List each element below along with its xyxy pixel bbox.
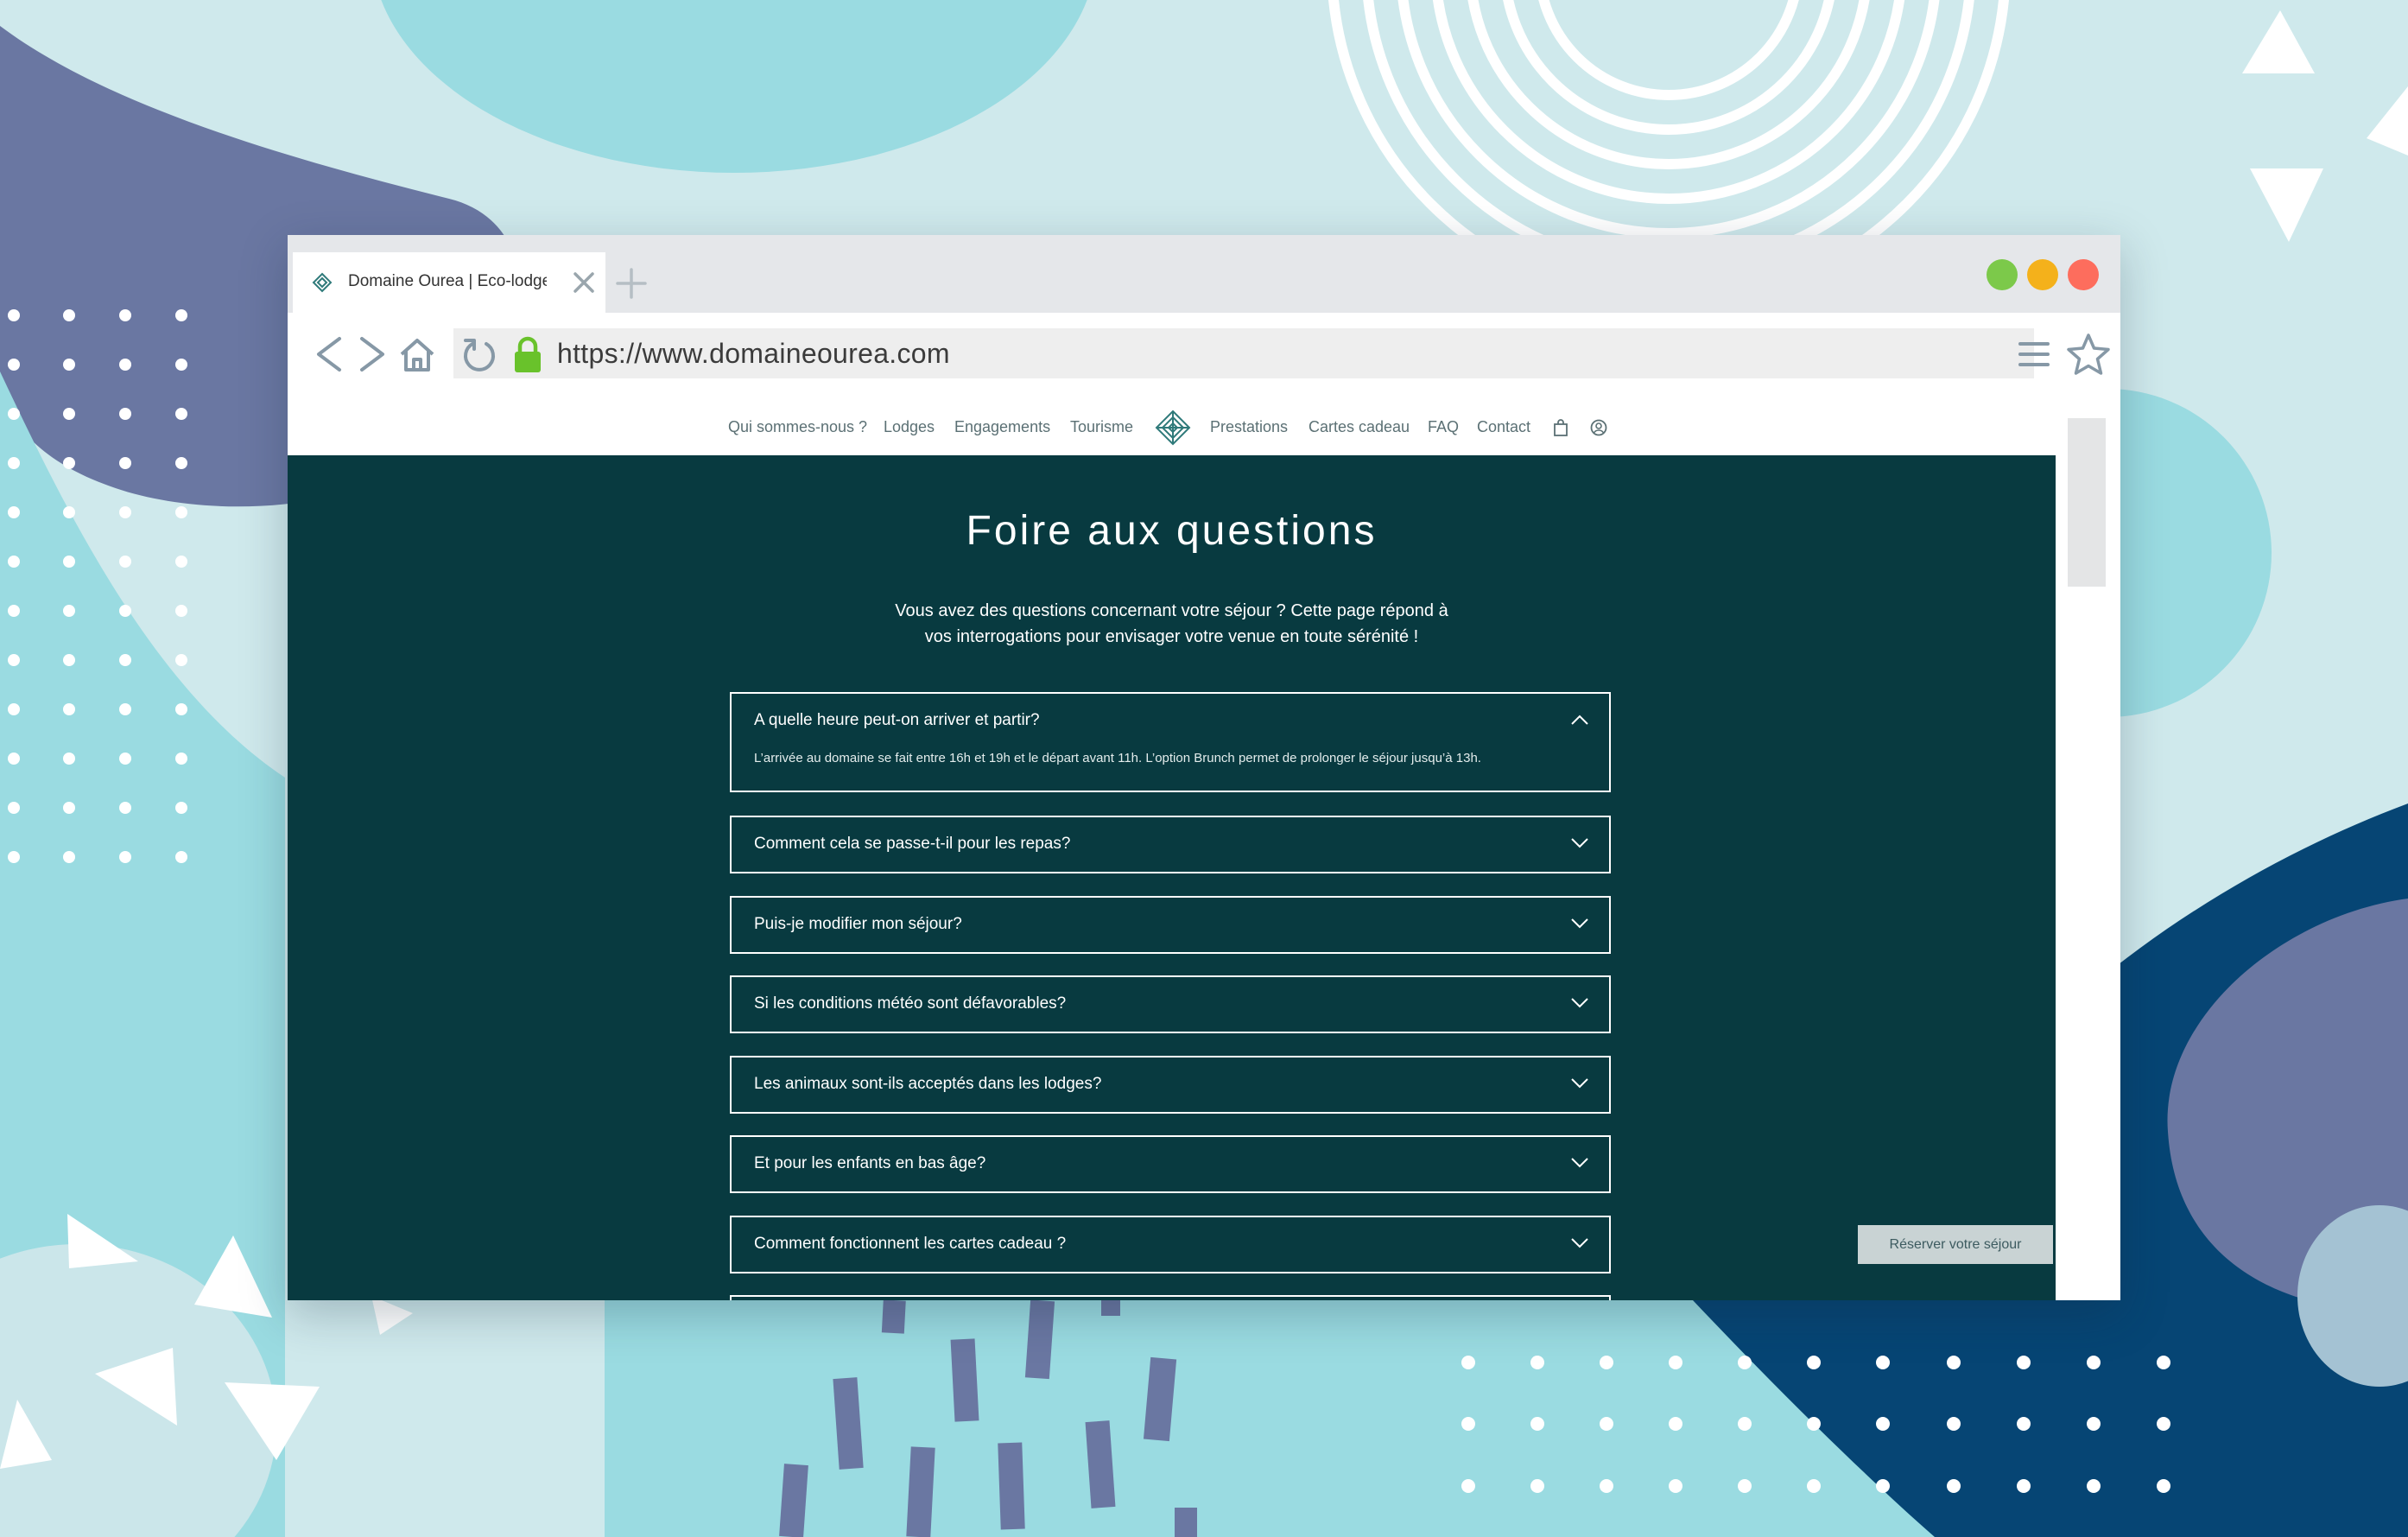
forward-icon[interactable] xyxy=(353,333,391,375)
minimize-button[interactable] xyxy=(2027,259,2058,290)
nav-link-lodges[interactable]: Lodges xyxy=(884,418,935,436)
faq-item-partial[interactable] xyxy=(730,1295,1611,1300)
web-page: Qui sommes-nous ? Lodges Engagements Tou… xyxy=(288,399,2056,1300)
browser-toolbar: https://www.domaineourea.com xyxy=(288,313,2120,395)
back-icon[interactable] xyxy=(310,333,348,375)
user-account-icon[interactable] xyxy=(1590,418,1607,437)
nav-link-engagements[interactable]: Engagements xyxy=(954,418,1050,436)
tab-bar: Domaine Ourea | Eco-lodge a xyxy=(288,235,2120,313)
chevron-down-icon[interactable] xyxy=(1569,917,1590,930)
nav-link-prestations[interactable]: Prestations xyxy=(1210,418,1288,436)
chevron-down-icon[interactable] xyxy=(1569,1156,1590,1170)
tab-title: Domaine Ourea | Eco-lodge a xyxy=(348,272,547,290)
faq-question[interactable]: Comment cela se passe-t-il pour les repa… xyxy=(754,835,1070,854)
faq-item[interactable]: Comment fonctionnent les cartes cadeau ? xyxy=(730,1216,1611,1273)
chevron-down-icon[interactable] xyxy=(1569,1236,1590,1250)
faq-question[interactable]: A quelle heure peut-on arriver et partir… xyxy=(754,711,1040,730)
faq-question[interactable]: Comment fonctionnent les cartes cadeau ? xyxy=(754,1235,1066,1254)
faq-intro: Vous avez des questions concernant votre… xyxy=(288,598,2056,650)
faq-section: Foire aux questions Vous avez des questi… xyxy=(288,455,2056,1300)
chevron-down-icon[interactable] xyxy=(1569,1077,1590,1090)
faq-item[interactable]: Et pour les enfants en bas âge? xyxy=(730,1135,1611,1193)
reload-icon[interactable] xyxy=(460,333,498,375)
home-icon[interactable] xyxy=(398,333,436,375)
bookmark-star-icon[interactable] xyxy=(2065,332,2112,378)
hamburger-menu-icon[interactable] xyxy=(2017,337,2051,372)
chevron-up-icon[interactable] xyxy=(1569,713,1590,727)
site-navigation: Qui sommes-nous ? Lodges Engagements Tou… xyxy=(288,399,2056,455)
chevron-down-icon[interactable] xyxy=(1569,836,1590,850)
nav-link-faq[interactable]: FAQ xyxy=(1428,418,1459,436)
site-logo-icon[interactable] xyxy=(1155,410,1191,446)
close-tab-icon[interactable] xyxy=(571,270,597,295)
url-text: https://www.domaineourea.com xyxy=(557,338,950,369)
new-tab-icon[interactable] xyxy=(614,266,649,301)
faq-answer: L’arrivée au domaine se fait entre 16h e… xyxy=(754,751,1481,765)
faq-question[interactable]: Si les conditions météo sont défavorable… xyxy=(754,994,1066,1013)
scrollbar-thumb[interactable] xyxy=(2068,418,2106,587)
chevron-down-icon[interactable] xyxy=(1569,996,1590,1010)
faq-item[interactable]: Puis-je modifier mon séjour? xyxy=(730,896,1611,954)
browser-tab[interactable]: Domaine Ourea | Eco-lodge a xyxy=(293,252,605,313)
nav-link-cartes-cadeau[interactable]: Cartes cadeau xyxy=(1309,418,1410,436)
faq-question[interactable]: Et pour les enfants en bas âge? xyxy=(754,1154,985,1173)
site-logo-icon xyxy=(312,272,333,293)
faq-item[interactable]: Si les conditions météo sont défavorable… xyxy=(730,975,1611,1033)
faq-intro-line: vos interrogations pour envisager votre … xyxy=(924,627,1419,646)
faq-item[interactable]: Comment cela se passe-t-il pour les repa… xyxy=(730,816,1611,873)
nav-link-qui-sommes-nous[interactable]: Qui sommes-nous ? xyxy=(728,418,867,436)
nav-link-contact[interactable]: Contact xyxy=(1477,418,1530,436)
faq-intro-line: Vous avez des questions concernant votre… xyxy=(895,601,1448,620)
close-window-button[interactable] xyxy=(2068,259,2099,290)
nav-link-tourisme[interactable]: Tourisme xyxy=(1070,418,1133,436)
faq-item-expanded[interactable]: A quelle heure peut-on arriver et partir… xyxy=(730,692,1611,792)
faq-question[interactable]: Les animaux sont-ils acceptés dans les l… xyxy=(754,1075,1101,1094)
book-stay-button[interactable]: Réserver votre séjour xyxy=(1858,1225,2053,1264)
faq-item[interactable]: Les animaux sont-ils acceptés dans les l… xyxy=(730,1056,1611,1114)
faq-question[interactable]: Puis-je modifier mon séjour? xyxy=(754,915,962,934)
lock-icon xyxy=(515,336,541,372)
maximize-button[interactable] xyxy=(1987,259,2018,290)
page-title: Foire aux questions xyxy=(966,508,1378,554)
shopping-bag-icon[interactable] xyxy=(1552,418,1569,437)
browser-window: Domaine Ourea | Eco-lodge a https://www.… xyxy=(288,235,2120,1300)
